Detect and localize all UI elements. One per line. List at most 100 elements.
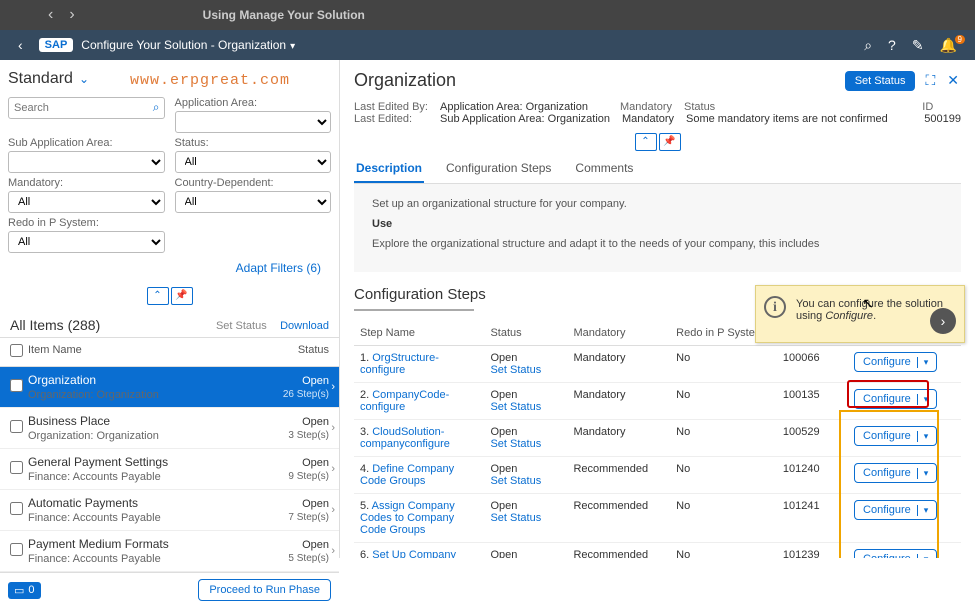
download-link[interactable]: Download (280, 320, 329, 332)
pin-icon[interactable]: 📌 (171, 287, 193, 305)
filter-label: Mandatory: (8, 177, 165, 189)
chevron-down-icon[interactable]: ▾ (917, 554, 929, 559)
search-icon[interactable]: ⌕ (856, 37, 880, 54)
search-icon[interactable]: ⌕ (153, 100, 160, 115)
chevron-down-icon[interactable]: ▾ (917, 357, 929, 368)
notification-icon[interactable]: 🔔9 (932, 37, 965, 54)
configure-button[interactable]: Configure▾ (854, 463, 937, 483)
meta-label: Last Edited By: (354, 101, 428, 113)
close-icon[interactable]: ✕ (945, 72, 961, 89)
step-name: 1. OrgStructure-configure (354, 346, 484, 383)
adapt-filters-link[interactable]: Adapt Filters (6) (8, 257, 331, 279)
list-item[interactable]: General Payment SettingsFinance: Account… (0, 449, 339, 490)
redo-select[interactable]: All (8, 231, 165, 253)
tab-config-steps[interactable]: Configuration Steps (444, 155, 553, 183)
table-row: 5. Assign Company Codes to Company Code … (354, 494, 961, 543)
tab-comments[interactable]: Comments (573, 155, 635, 183)
item-title: Automatic Payments (28, 496, 288, 510)
row-checkbox[interactable] (10, 461, 23, 474)
step-status: OpenSet Status (484, 543, 567, 559)
row-checkbox[interactable] (10, 420, 23, 433)
table-row: 1. OrgStructure-configure OpenSet Status… (354, 346, 961, 383)
chevron-down-icon[interactable]: ▾ (917, 394, 929, 405)
col-item-name: Item Name (28, 344, 269, 360)
step-status: OpenSet Status (484, 420, 567, 457)
table-row: 3. CloudSolution-companyconfigure OpenSe… (354, 420, 961, 457)
items-title: All Items (288) (10, 317, 100, 333)
table-row: 6. Set Up Company Codes for Contract Acc… (354, 543, 961, 559)
step-redo: No (670, 457, 777, 494)
meta-value: Application Area: Organization (440, 101, 588, 113)
configure-button[interactable]: Configure▾ (854, 549, 937, 558)
chevron-down-icon: ▾ (290, 41, 295, 52)
step-status: OpenSet Status (484, 494, 567, 543)
set-status-link[interactable]: Set Status (490, 401, 541, 413)
collapse-up-icon[interactable]: ⌃ (147, 287, 169, 305)
item-title: Business Place (28, 414, 288, 428)
set-status-button[interactable]: Set Status (845, 71, 916, 91)
item-status: Open (288, 416, 329, 428)
item-sub: Finance: Accounts Payable (28, 553, 288, 565)
search-input[interactable] (8, 97, 165, 119)
chevron-down-icon[interactable]: ⌄ (79, 72, 89, 86)
status-select[interactable]: All (175, 151, 332, 173)
tab-description[interactable]: Description (354, 155, 424, 183)
proceed-button[interactable]: Proceed to Run Phase (198, 579, 331, 601)
list-item[interactable]: OrganizationOrganization: Organization O… (0, 367, 339, 408)
col-status: Status (484, 321, 567, 346)
list-item[interactable]: Payment Medium FormatsFinance: Accounts … (0, 531, 339, 572)
message-indicator[interactable]: ▭0 (8, 582, 41, 599)
collapse-up-icon[interactable]: ⌃ (635, 133, 657, 151)
list-item[interactable]: Business PlaceOrganization: Organization… (0, 408, 339, 449)
app-area-select[interactable] (175, 111, 332, 133)
set-status-link[interactable]: Set Status (490, 512, 541, 524)
description-text: Set up an organizational structure for y… (372, 198, 943, 210)
fullscreen-icon[interactable]: ⛶ (923, 72, 937, 89)
chevron-right-icon: › (331, 381, 335, 393)
filter-label: Sub Application Area: (8, 137, 165, 149)
select-all-checkbox[interactable] (10, 344, 23, 357)
set-status-link[interactable]: Set Status (490, 475, 541, 487)
step-id: 101241 (777, 494, 848, 543)
help-icon[interactable]: ? (880, 37, 904, 53)
meta-label: Mandatory (620, 101, 672, 113)
step-id: 100135 (777, 383, 848, 420)
item-steps: 3 Step(s) (288, 430, 329, 441)
step-status: OpenSet Status (484, 346, 567, 383)
row-checkbox[interactable] (10, 543, 23, 556)
row-checkbox[interactable] (10, 502, 23, 515)
step-mandatory: Recommended (567, 494, 670, 543)
chevron-right-icon: › (331, 463, 335, 475)
feedback-icon[interactable]: ✎ (904, 37, 932, 54)
variant-name[interactable]: Standard (8, 70, 73, 88)
pin-icon[interactable]: 📌 (659, 133, 681, 151)
mandatory-select[interactable]: All (8, 191, 165, 213)
chevron-down-icon[interactable]: ▾ (917, 468, 929, 479)
step-mandatory: Mandatory (567, 346, 670, 383)
description-text: Explore the organizational structure and… (372, 238, 943, 250)
configure-button[interactable]: Configure▾ (854, 352, 937, 372)
chevron-down-icon[interactable]: ▾ (917, 505, 929, 516)
item-status: Open (288, 498, 329, 510)
shell-back-icon[interactable]: ‹ (10, 37, 31, 53)
sub-app-select[interactable] (8, 151, 165, 173)
meta-value: 500199 (924, 113, 961, 125)
next-arrow-icon[interactable]: › (930, 308, 956, 334)
configure-button[interactable]: Configure▾ (854, 389, 937, 409)
set-status-link[interactable]: Set Status (490, 438, 541, 450)
nav-forward-icon[interactable]: › (61, 6, 82, 24)
step-redo: No (670, 346, 777, 383)
step-mandatory: Mandatory (567, 383, 670, 420)
country-select[interactable]: All (175, 191, 332, 213)
chevron-right-icon: › (331, 422, 335, 434)
chevron-right-icon: › (331, 545, 335, 557)
set-status-link[interactable]: Set Status (490, 364, 541, 376)
configure-button[interactable]: Configure▾ (854, 426, 937, 446)
row-checkbox[interactable] (10, 379, 23, 392)
configure-button[interactable]: Configure▾ (854, 500, 937, 520)
chevron-down-icon[interactable]: ▾ (917, 431, 929, 442)
nav-back-icon[interactable]: ‹ (40, 6, 61, 24)
breadcrumb[interactable]: Configure Your Solution - Organization▾ (81, 38, 295, 52)
step-mandatory: Recommended (567, 543, 670, 559)
list-item[interactable]: Automatic PaymentsFinance: Accounts Paya… (0, 490, 339, 531)
